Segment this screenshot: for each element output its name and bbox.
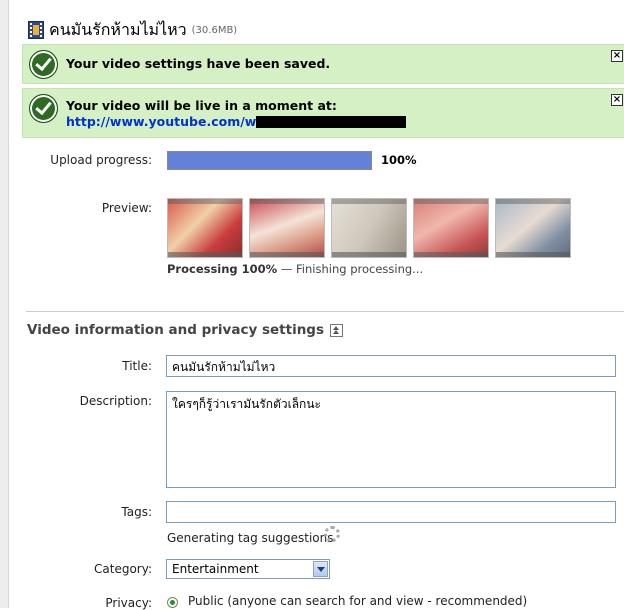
close-icon[interactable]: × <box>611 50 623 62</box>
preview-thumbnail[interactable] <box>167 198 243 258</box>
preview-label: Preview: <box>101 201 152 215</box>
upload-progress-fill <box>168 152 371 169</box>
redacted-url-part <box>256 116 407 128</box>
upload-progress-label: Upload progress: <box>50 153 152 167</box>
processing-message: — Finishing processing... <box>277 262 424 276</box>
preview-thumbnail[interactable] <box>413 198 489 258</box>
category-value: Entertainment <box>172 562 259 576</box>
privacy-public-option[interactable]: Public (anyone can search for and view -… <box>188 594 527 608</box>
preview-thumbnail[interactable] <box>495 198 571 258</box>
section-title: Video information and privacy settings <box>27 322 343 338</box>
live-text: Your video will be live in a moment at: <box>66 98 337 113</box>
tags-input[interactable] <box>166 501 616 523</box>
section-divider <box>26 311 624 312</box>
preview-thumbnail[interactable] <box>331 198 407 258</box>
close-icon[interactable]: × <box>611 94 623 106</box>
tags-label: Tags: <box>121 505 152 519</box>
radio-icon[interactable] <box>167 597 178 608</box>
category-select[interactable]: Entertainment <box>166 559 330 579</box>
live-message: Your video will be live in a moment at: … <box>66 98 407 130</box>
check-icon <box>29 50 58 79</box>
saved-message: Your video settings have been saved. <box>66 56 331 71</box>
description-textarea[interactable]: ใครๆก็รู้ว่าเรามันรักตัวเล็กนะ <box>166 391 616 488</box>
collapse-icon[interactable] <box>330 323 343 337</box>
chevron-down-icon[interactable] <box>313 561 328 577</box>
category-label: Category: <box>94 562 152 576</box>
title-label: Title: <box>122 359 152 373</box>
processing-status: Processing 100% — Finishing processing..… <box>167 262 423 276</box>
video-link[interactable]: http://www.youtube.com/w <box>66 114 407 130</box>
preview-thumbnail[interactable] <box>249 198 325 258</box>
film-icon <box>28 21 44 39</box>
file-title: คนมันรักห้ามไม่ไหว <box>49 19 187 39</box>
live-notice: Your video will be live in a moment at: … <box>22 88 624 138</box>
preview-thumbnails <box>167 198 571 258</box>
processing-percent: Processing 100% <box>167 262 278 276</box>
check-icon <box>29 94 58 123</box>
video-url[interactable]: http://www.youtube.com/w <box>66 114 256 130</box>
file-size: (30.6MB) <box>191 24 238 36</box>
upload-progress-bar <box>167 151 372 170</box>
section-title-text: Video information and privacy settings <box>27 322 324 338</box>
window-frame <box>0 0 9 608</box>
tag-suggestions-status: Generating tag suggestions <box>167 531 334 545</box>
file-header: คนมันรักห้ามไม่ไหว (30.6MB) <box>28 20 237 40</box>
description-label: Description: <box>79 394 152 408</box>
title-input[interactable]: คนมันรักห้ามไม่ไหว <box>166 355 616 377</box>
upload-progress-percent: 100% <box>381 153 417 167</box>
saved-notice: Your video settings have been saved. × <box>22 44 624 84</box>
spinner-icon <box>324 526 340 542</box>
